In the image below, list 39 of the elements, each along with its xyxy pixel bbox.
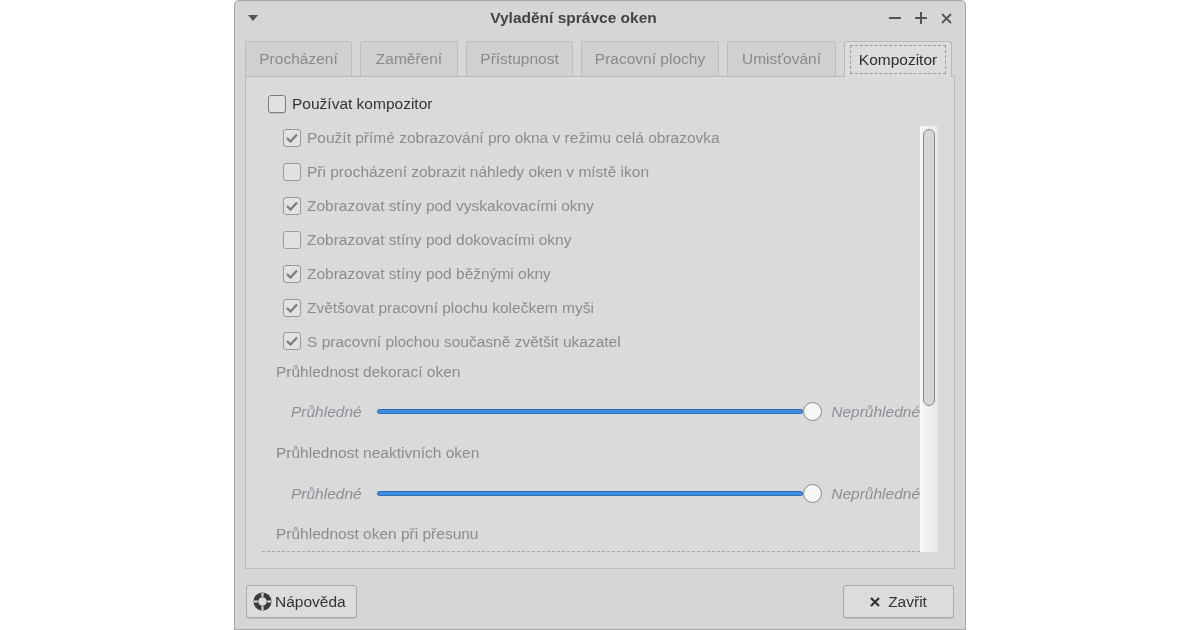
slider-track[interactable]: [376, 490, 804, 496]
checkbox[interactable]: [268, 95, 286, 113]
checkbox-label: Při procházení zobrazit náhledy oken v místě ikon: [307, 162, 650, 183]
help-button[interactable]: Nápověda: [246, 585, 357, 618]
slider-track[interactable]: [376, 408, 804, 414]
close-icon: [870, 596, 881, 607]
checkmark-icon: [286, 336, 298, 347]
tab[interactable]: Umisťování: [727, 41, 836, 76]
scrollbar[interactable]: [920, 126, 938, 552]
tab[interactable]: Kompozitor: [844, 41, 952, 77]
checkbox-label: Zvětšovat pracovní plochu kolečkem myši: [307, 297, 594, 318]
close-icon[interactable]: [941, 12, 952, 24]
checkbox-label: Použít přímé zobrazování pro okna v režimu celá obrazovka: [307, 128, 720, 149]
maximize-icon[interactable]: [915, 12, 927, 24]
checkmark-icon: [286, 268, 298, 279]
slider-min-label: Průhledné: [291, 401, 362, 422]
tab[interactable]: Pracovní plochy: [581, 41, 719, 76]
slider-caption: Průhlednost dekorací oken: [276, 361, 461, 382]
scrollbar-thumb[interactable]: [923, 129, 935, 406]
tab[interactable]: Přístupnost: [466, 41, 573, 76]
window-title: Vyladění správce oken: [489, 8, 658, 29]
close-button[interactable]: Zavřit: [843, 585, 954, 618]
slider-max-label: Neprůhledné: [831, 401, 920, 422]
checkbox-label: Zobrazovat stíny pod běžnými okny: [307, 264, 551, 284]
checkbox-label: Zobrazovat stíny pod vyskakovacími okny: [307, 196, 594, 217]
checkmark-icon: [286, 200, 298, 211]
tab[interactable]: Zaměření: [360, 41, 458, 76]
slider-max-label: Neprůhledné: [831, 483, 920, 504]
slider-caption: Průhlednost oken při přesunu: [276, 524, 479, 545]
checkbox-label: S pracovní plochou současně zvětšit ukazatel: [307, 331, 621, 352]
lifebuoy-icon: [253, 592, 272, 611]
caret-icon[interactable]: [248, 15, 258, 21]
slider-caption: Průhlednost neaktivních oken: [276, 442, 480, 463]
tab[interactable]: Procházení: [245, 41, 352, 76]
checkmark-icon: [286, 302, 298, 313]
slider-min-label: Průhledné: [291, 483, 362, 504]
checkmark-icon: [286, 132, 298, 143]
checkbox-label: Zobrazovat stíny pod dokovacími okny: [307, 230, 572, 251]
checkbox-label: Používat kompozitor: [292, 94, 433, 115]
